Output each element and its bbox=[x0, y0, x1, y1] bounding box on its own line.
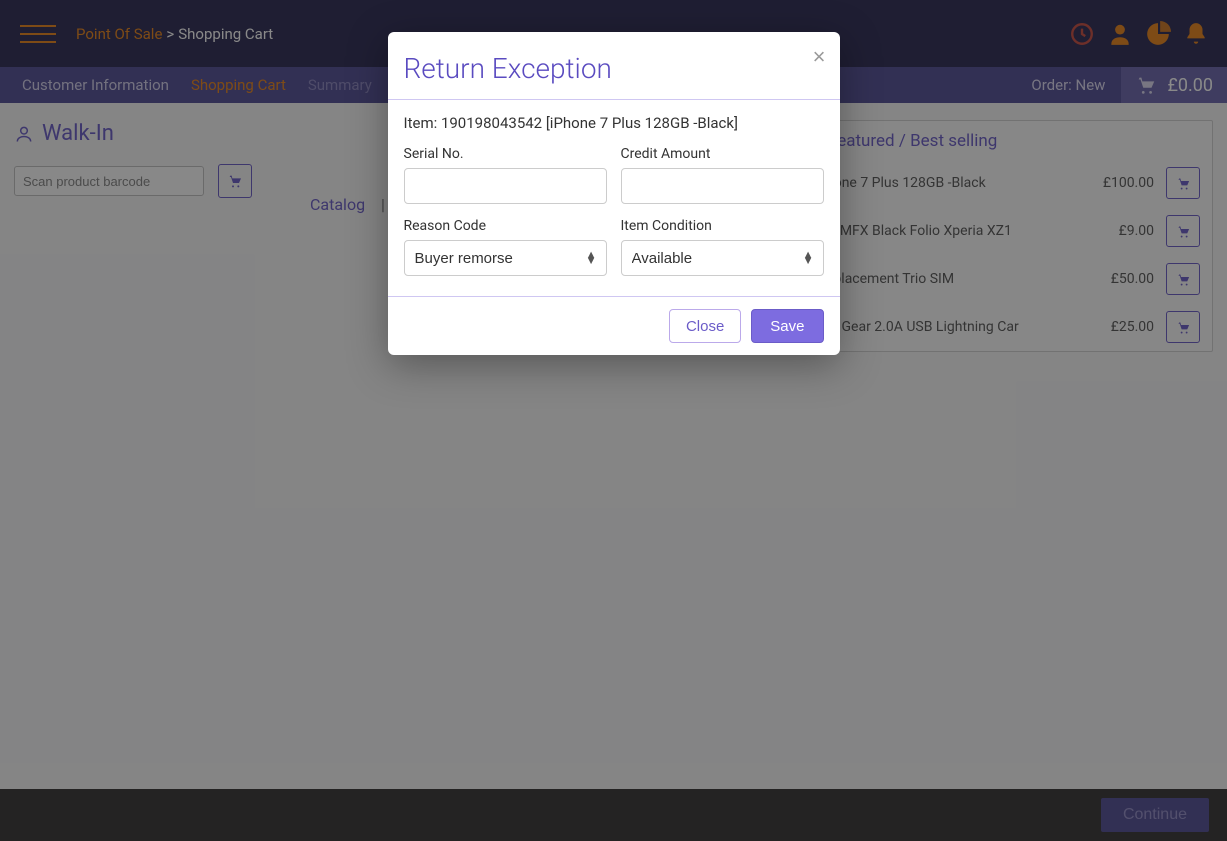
serial-label: Serial No. bbox=[404, 146, 607, 162]
close-icon[interactable]: × bbox=[813, 44, 826, 70]
close-button[interactable]: Close bbox=[669, 309, 741, 343]
reason-label: Reason Code bbox=[404, 218, 607, 234]
modal-title: Return Exception bbox=[388, 32, 840, 99]
condition-label: Item Condition bbox=[621, 218, 824, 234]
credit-label: Credit Amount bbox=[621, 146, 824, 162]
reason-select[interactable]: Buyer remorse bbox=[404, 240, 607, 276]
return-exception-modal: × Return Exception Item: 190198043542 [i… bbox=[388, 32, 840, 355]
item-label: Item: 190198043542 [iPhone 7 Plus 128GB … bbox=[404, 114, 824, 132]
modal-body: Item: 190198043542 [iPhone 7 Plus 128GB … bbox=[388, 100, 840, 296]
serial-input[interactable] bbox=[404, 168, 607, 204]
credit-input[interactable] bbox=[621, 168, 824, 204]
save-button[interactable]: Save bbox=[751, 309, 823, 343]
condition-select[interactable]: Available bbox=[621, 240, 824, 276]
modal-footer: Close Save bbox=[388, 296, 840, 355]
